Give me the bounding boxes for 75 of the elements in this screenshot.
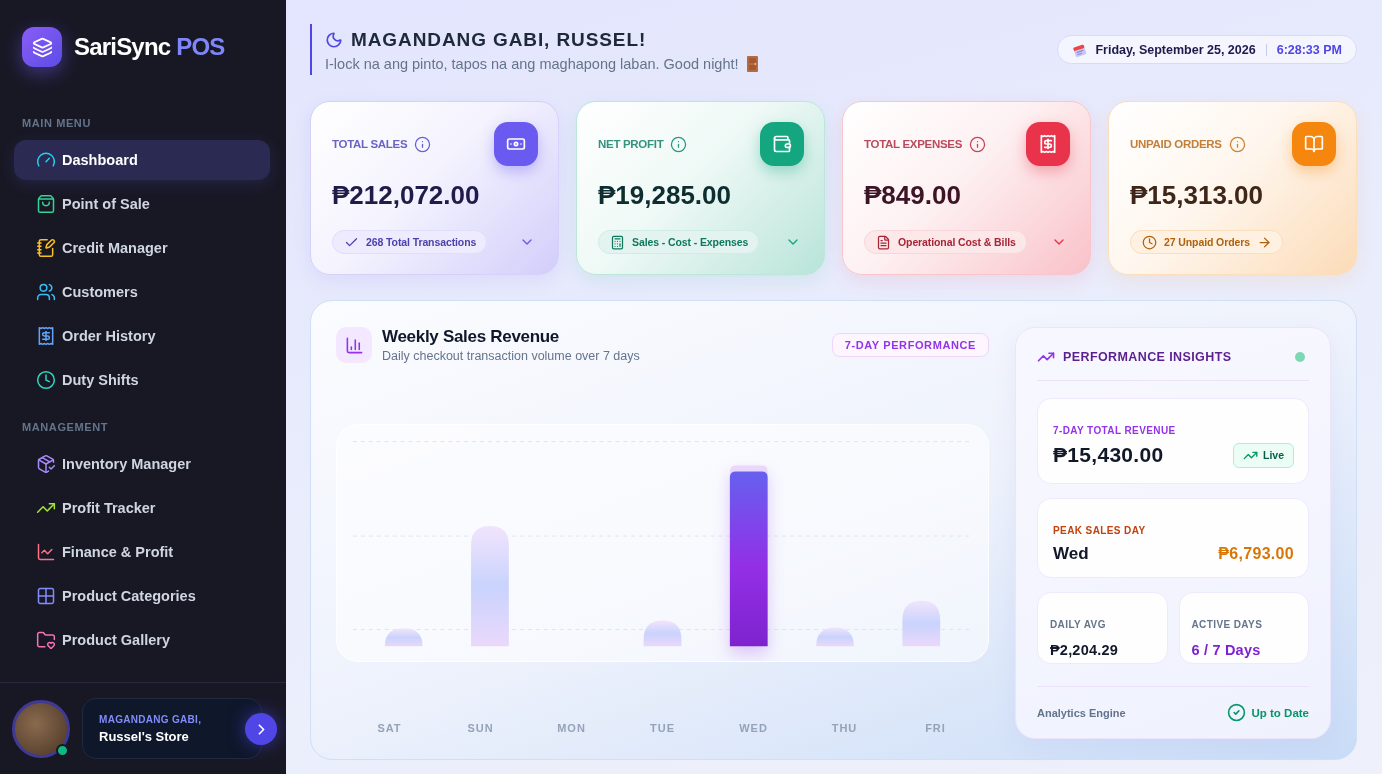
status-text: Up to Date <box>1251 706 1309 719</box>
day-label: MON <box>557 721 586 735</box>
info-icon[interactable] <box>670 135 688 153</box>
revenue-label: 7-DAY TOTAL REVENUE <box>1053 425 1176 437</box>
stat-value: ₱212,072.00 <box>332 179 480 211</box>
layers-icon <box>22 27 62 67</box>
stat-note: 268 Total Transactions <box>366 236 477 248</box>
insights-title: PERFORMANCE INSIGHTS <box>1063 350 1232 364</box>
calculator-icon <box>610 234 625 250</box>
active-days-label: ACTIVE DAYS <box>1191 619 1263 631</box>
bar <box>902 600 941 647</box>
nav-item[interactable]: Credit Manager <box>14 228 270 268</box>
store-name: Russel's Store <box>99 728 189 744</box>
engine-label: Analytics Engine <box>1037 706 1126 719</box>
day-label: SUN <box>467 721 494 735</box>
calendar-icon <box>1072 42 1088 57</box>
avatar[interactable] <box>12 699 70 758</box>
stat-link[interactable]: 27 Unpaid Orders <box>1130 230 1283 254</box>
chart-subtitle: Daily checkout transaction volume over 7 days <box>382 348 640 364</box>
day-label: WED <box>739 721 768 735</box>
bar <box>643 620 682 647</box>
bar <box>384 628 423 647</box>
revenue-value: ₱15,430.00 <box>1053 442 1164 468</box>
performance-badge: 7-DAY PERFORMANCE <box>831 333 989 357</box>
stat-note: Operational Cost & Bills <box>898 236 1016 248</box>
stat-value: ₱849.00 <box>864 179 961 211</box>
stat-note: Sales - Cost - Expenses <box>632 236 749 248</box>
greeting-title: MAGANDANG GABI, RUSSEL! <box>351 28 647 52</box>
date-text: Friday, September 25, 2026 <box>1095 42 1256 57</box>
day-label: FRI <box>925 721 946 735</box>
brand-name: SariSync POS <box>74 33 225 61</box>
day-label: SAT <box>377 721 402 735</box>
nav-item[interactable]: Customers <box>14 272 270 312</box>
peak-label: PEAK SALES DAY <box>1053 525 1146 537</box>
stat-label: NET PROFIT <box>598 138 664 150</box>
clock-icon <box>1142 234 1157 250</box>
time-text: 6:28:33 PM <box>1276 42 1342 57</box>
stat-value: ₱15,313.00 <box>1130 179 1263 211</box>
stat-value: ₱19,285.00 <box>598 179 731 211</box>
profile-greeting: MAGANDANG GABI, <box>99 713 202 725</box>
nav-item[interactable]: Product Categories <box>14 576 270 616</box>
stat-label: TOTAL SALES <box>332 138 408 150</box>
arrow-right-icon <box>1256 234 1272 250</box>
door-icon <box>746 56 758 72</box>
check-circle-icon <box>1226 703 1246 722</box>
info-icon[interactable] <box>1228 135 1246 153</box>
next-button[interactable] <box>245 713 277 745</box>
greeting-subtitle: I-lock na ang pinto, tapos na ang maghapong laban. Good night! <box>325 55 739 74</box>
nav-item[interactable]: Dashboard <box>14 140 270 180</box>
peak-day: Wed <box>1053 543 1089 565</box>
daily-avg-value: ₱2,204.29 <box>1050 641 1118 659</box>
section-heading: MANAGEMENT <box>22 420 109 434</box>
moon-icon <box>325 31 343 49</box>
day-label: THU <box>831 721 858 735</box>
nav-item[interactable]: Inventory Manager <box>14 444 270 484</box>
day-label: TUE <box>650 721 675 735</box>
info-icon[interactable] <box>969 135 987 153</box>
live-text: Live <box>1263 449 1284 461</box>
document-icon <box>876 234 891 250</box>
active-days-value: 6 / 7 Days <box>1191 641 1261 659</box>
bar <box>816 627 854 647</box>
stat-label: UNPAID ORDERS <box>1130 138 1222 150</box>
nav-item[interactable]: Point of Sale <box>14 184 270 224</box>
section-heading: MAIN MENU <box>22 116 91 130</box>
nav-item[interactable]: Order History <box>14 316 270 356</box>
nav-item[interactable]: Finance & Profit <box>14 532 270 572</box>
peak-value: ₱6,793.00 <box>1218 545 1294 563</box>
chart-title: Weekly Sales Revenue <box>382 327 560 347</box>
bar-chart-icon <box>336 327 372 363</box>
info-icon[interactable] <box>414 135 432 153</box>
nav-item[interactable]: Duty Shifts <box>14 360 270 400</box>
nav-item[interactable]: Product Gallery <box>14 620 270 660</box>
stat-label: TOTAL EXPENSES <box>864 138 963 150</box>
nav-item[interactable]: Profit Tracker <box>14 488 270 528</box>
daily-avg-label: DAILY AVG <box>1050 619 1106 631</box>
